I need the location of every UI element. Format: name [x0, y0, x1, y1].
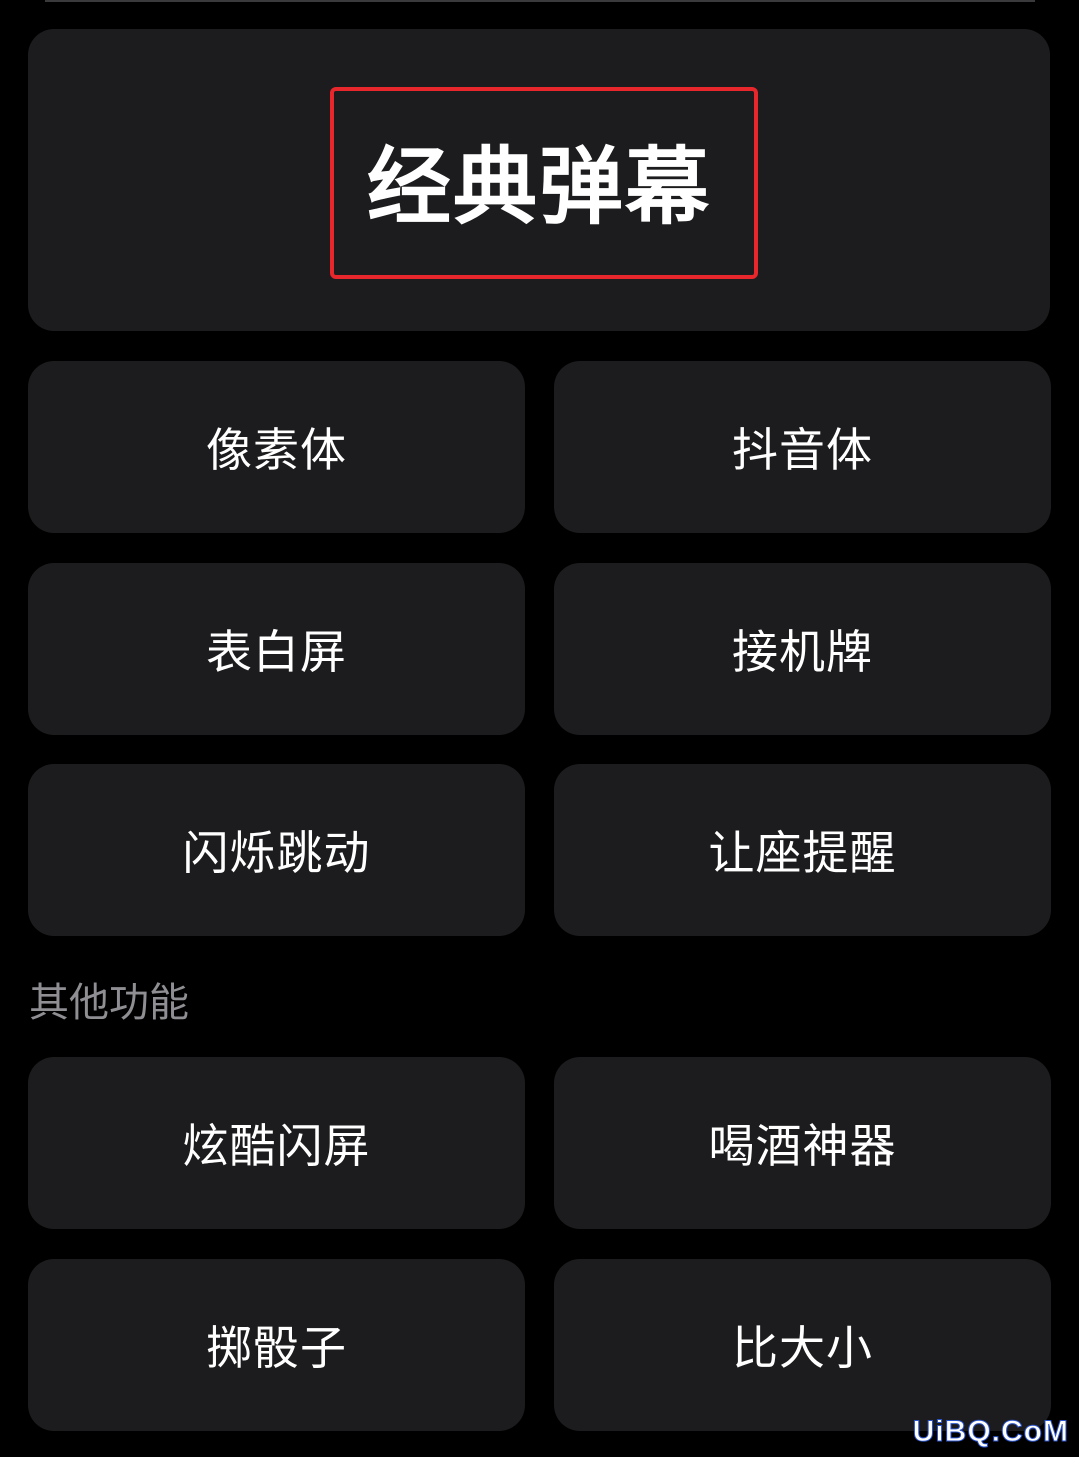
- mode-flash-bounce-button[interactable]: 闪烁跳动: [28, 764, 525, 936]
- roll-dice-button[interactable]: 掷骰子: [28, 1259, 525, 1431]
- feature-label: 炫酷闪屏: [182, 1119, 371, 1173]
- feature-label: 掷骰子: [206, 1321, 347, 1375]
- feature-label: 喝酒神器: [708, 1119, 897, 1173]
- mode-label: 接机牌: [732, 625, 873, 679]
- classic-danmaku-title: 经典弹幕: [366, 137, 711, 236]
- watermark-logo: UiBQ.CoM: [912, 1415, 1069, 1449]
- mode-pickup-sign-button[interactable]: 接机牌: [554, 563, 1051, 735]
- mode-label: 像素体: [206, 423, 347, 477]
- mode-label: 抖音体: [732, 423, 873, 477]
- cool-flash-screen-button[interactable]: 炫酷闪屏: [28, 1057, 525, 1229]
- mode-douyin-font-button[interactable]: 抖音体: [554, 361, 1051, 533]
- mode-label: 闪烁跳动: [182, 826, 371, 880]
- drinking-game-button[interactable]: 喝酒神器: [554, 1057, 1051, 1229]
- mode-seat-reminder-button[interactable]: 让座提醒: [554, 764, 1051, 936]
- compare-size-button[interactable]: 比大小: [554, 1259, 1051, 1431]
- top-divider: [45, 0, 1035, 2]
- mode-confession-screen-button[interactable]: 表白屏: [28, 563, 525, 735]
- mode-label: 让座提醒: [708, 826, 897, 880]
- mode-pixel-font-button[interactable]: 像素体: [28, 361, 525, 533]
- mode-label: 表白屏: [206, 625, 347, 679]
- classic-danmaku-card[interactable]: 经典弹幕: [28, 29, 1050, 331]
- other-features-heading: 其他功能: [29, 980, 189, 1026]
- feature-label: 比大小: [732, 1321, 873, 1375]
